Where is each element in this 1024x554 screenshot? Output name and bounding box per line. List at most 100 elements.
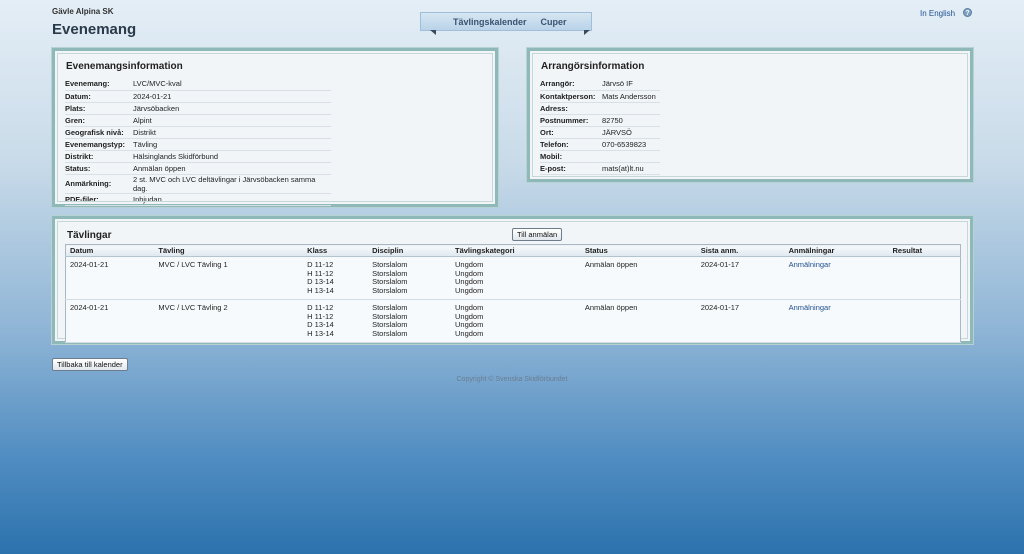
info-value: Järvsöbacken bbox=[133, 102, 331, 115]
info-value bbox=[602, 102, 660, 115]
info-value: LVC/MVC-kval bbox=[133, 78, 331, 91]
comp-disciplines: Storslalom Storslalom Storslalom Storslalom bbox=[368, 299, 451, 343]
info-value bbox=[602, 150, 660, 163]
competitions-panel: Tävlingar Till anmälan Datum Tävling Klass… bbox=[51, 215, 974, 345]
comp-date: 2024-01-21 bbox=[65, 299, 155, 343]
info-row: Mobil: bbox=[540, 150, 660, 163]
info-value: 070-6539823 bbox=[602, 138, 660, 151]
registrations-link[interactable]: Anmälningar bbox=[784, 256, 889, 300]
info-row: Arrangör: Järvsö IF bbox=[540, 78, 660, 91]
comp-categories: Ungdom Ungdom Ungdom Ungdom bbox=[451, 299, 581, 343]
event-info-heading: Evenemangsinformation bbox=[66, 61, 183, 72]
comp-deadline: 2024-01-17 bbox=[696, 299, 785, 343]
page-title: Evenemang bbox=[52, 21, 137, 38]
info-key: Distrikt: bbox=[65, 150, 133, 163]
info-key: Arrangör: bbox=[540, 78, 602, 91]
info-key: E-post: bbox=[540, 162, 602, 175]
comp-disciplines-line: Storslalom bbox=[372, 285, 408, 295]
info-row: Postnummer: 82750 bbox=[540, 114, 660, 127]
comp-classes-line: H 13-14 bbox=[307, 328, 334, 338]
info-value: Distrikt bbox=[133, 126, 331, 139]
info-value: 82750 bbox=[602, 114, 660, 127]
column-header: Datum bbox=[65, 244, 155, 257]
info-value: 2 st. MVC och LVC deltävlingar i Järvsöb… bbox=[133, 174, 331, 194]
info-row: Plats: Järvsöbacken bbox=[65, 102, 331, 115]
organizer-info-panel: Arrangörsinformation Arrangör: Järvsö IF K… bbox=[526, 47, 974, 183]
info-value: Hälsinglands Skidförbund bbox=[133, 150, 331, 163]
comp-disciplines: Storslalom Storslalom Storslalom Storslalom bbox=[368, 256, 451, 300]
info-row: Evenemang: LVC/MVC-kval bbox=[65, 78, 331, 91]
info-row: Anmärkning: 2 st. MVC och LVC deltävlinga… bbox=[65, 174, 331, 194]
comp-results bbox=[888, 256, 961, 300]
info-key: Mobil: bbox=[540, 150, 602, 163]
info-row: Gren: Alpint bbox=[65, 114, 331, 127]
info-key: Kontaktperson: bbox=[540, 90, 602, 103]
info-link[interactable]: Järvsö IF bbox=[602, 78, 660, 91]
top-nav: Tävlingskalender Cuper bbox=[420, 12, 592, 31]
comp-categories: Ungdom Ungdom Ungdom Ungdom bbox=[451, 256, 581, 300]
info-row: Kontaktperson: Mats Andersson bbox=[540, 90, 660, 103]
info-value: JÄRVSÖ bbox=[602, 126, 660, 139]
club-name: Gävle Alpina SK bbox=[52, 7, 114, 16]
back-to-calendar-button[interactable]: Tillbaka till kalender bbox=[52, 358, 128, 371]
comp-categories-line: Ungdom bbox=[455, 285, 484, 295]
comp-name: MVC / LVC Tävling 2 bbox=[154, 299, 304, 343]
comp-classes: D 11-12 H 11-12 D 13-14 H 13-14 bbox=[303, 299, 369, 343]
column-header: Sista anm. bbox=[696, 244, 785, 257]
comp-results bbox=[888, 299, 961, 343]
info-value: 2024-01-21 bbox=[133, 90, 331, 103]
organizer-info-table: Arrangör: Järvsö IF Kontaktperson: Mats And… bbox=[540, 78, 660, 175]
comp-classes: D 11-12 H 11-12 D 13-14 H 13-14 bbox=[303, 256, 369, 300]
info-key: Anmärkning: bbox=[65, 174, 133, 194]
table-row: 2024-01-21 MVC / LVC Tävling 2D 11-12 H 11… bbox=[65, 299, 961, 343]
tab-tavlingskalender[interactable]: Tävlingskalender bbox=[453, 17, 527, 27]
info-link[interactable]: Inbjudan bbox=[133, 193, 331, 206]
column-header: Resultat bbox=[888, 244, 961, 257]
comp-categories-line: Ungdom bbox=[455, 328, 484, 338]
event-info-panel: Evenemangsinformation Evenemang: LVC/MVC-… bbox=[51, 47, 499, 208]
comp-disciplines-line: Storslalom bbox=[372, 328, 408, 338]
info-key: Datum: bbox=[65, 90, 133, 103]
info-key: Ort: bbox=[540, 126, 602, 139]
info-key: Plats: bbox=[65, 102, 133, 115]
table-row: 2024-01-21 MVC / LVC Tävling 1D 11-12 H 11… bbox=[65, 256, 961, 300]
info-row: Telefon: 070-6539823 bbox=[540, 138, 660, 151]
column-header: Tävling bbox=[154, 244, 304, 257]
info-row: Ort: JÄRVSÖ bbox=[540, 126, 660, 139]
competitions-table: Datum Tävling Klass Disciplin Tävlingskatego… bbox=[65, 244, 961, 343]
info-value: Anmälan öppen bbox=[133, 162, 331, 175]
comp-date: 2024-01-21 bbox=[65, 256, 155, 300]
column-header: Status bbox=[580, 244, 697, 257]
info-key: Adress: bbox=[540, 102, 602, 115]
help-icon[interactable]: ? bbox=[963, 8, 972, 17]
comp-status: Anmälan öppen bbox=[580, 256, 697, 300]
register-button[interactable]: Till anmälan bbox=[512, 228, 563, 241]
info-row: Evenemangstyp: Tävling bbox=[65, 138, 331, 151]
registrations-link[interactable]: Anmälningar bbox=[784, 299, 889, 343]
nav-ribbon-fold-right bbox=[584, 30, 590, 35]
event-info-table: Evenemang: LVC/MVC-kval Datum: 2024-01-21 Pl… bbox=[65, 78, 331, 206]
info-key: Status: bbox=[65, 162, 133, 175]
comp-classes-line: H 13-14 bbox=[307, 285, 334, 295]
column-header: Tävlingskategori bbox=[451, 244, 581, 257]
info-row: PDF-filer: Inbjudan bbox=[65, 193, 331, 206]
info-row: Datum: 2024-01-21 bbox=[65, 90, 331, 103]
tab-cuper[interactable]: Cuper bbox=[541, 17, 567, 27]
info-link[interactable]: mats(at)lt.nu bbox=[602, 162, 660, 175]
column-header: Disciplin bbox=[368, 244, 451, 257]
nav-ribbon-fold-left bbox=[430, 30, 436, 35]
comp-name: MVC / LVC Tävling 1 bbox=[154, 256, 304, 300]
info-row: E-post: mats(at)lt.nu bbox=[540, 162, 660, 175]
column-header: Klass bbox=[303, 244, 369, 257]
info-row: Status: Anmälan öppen bbox=[65, 162, 331, 175]
comp-status: Anmälan öppen bbox=[580, 299, 697, 343]
info-value: Tävling bbox=[133, 138, 331, 151]
info-key: Gren: bbox=[65, 114, 133, 127]
info-key: Evenemangstyp: bbox=[65, 138, 133, 151]
language-link[interactable]: In English bbox=[920, 9, 955, 18]
info-key: Evenemang: bbox=[65, 78, 133, 91]
column-header: Anmälningar bbox=[784, 244, 889, 257]
info-row: Geografisk nivå: Distrikt bbox=[65, 126, 331, 139]
comp-deadline: 2024-01-17 bbox=[696, 256, 785, 300]
info-key: PDF-filer: bbox=[65, 193, 133, 206]
